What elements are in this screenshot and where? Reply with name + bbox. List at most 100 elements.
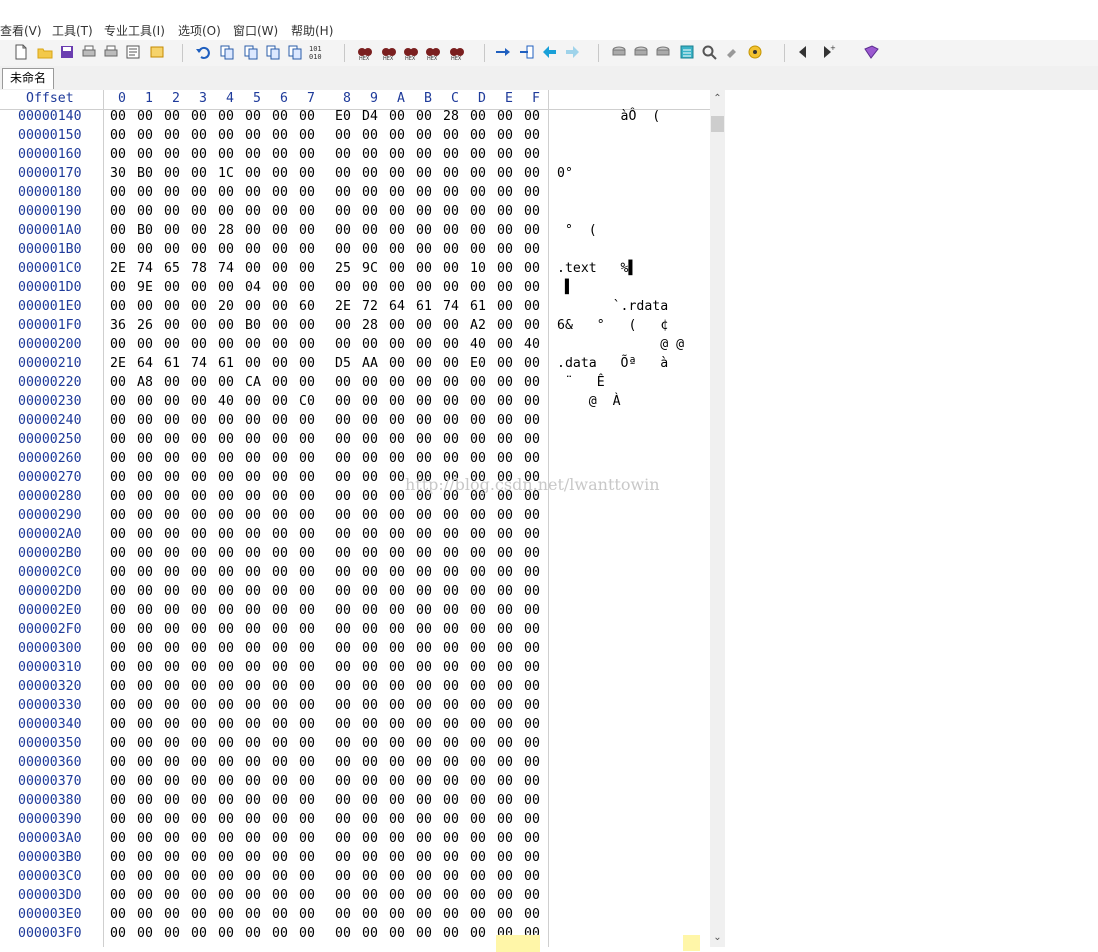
hex-byte[interactable]: 00 bbox=[335, 831, 351, 846]
hex-byte[interactable]: 00 bbox=[389, 717, 405, 732]
hex-byte[interactable]: AA bbox=[362, 356, 378, 371]
table-row[interactable]: 00000160 00 00 00 00 00 00 00 00 00 00 00 00 00 00 00 00 bbox=[0, 147, 710, 166]
hex-byte[interactable]: 00 bbox=[137, 793, 153, 808]
hex-byte[interactable]: 00 bbox=[272, 337, 288, 352]
hex-byte[interactable]: 00 bbox=[335, 603, 351, 618]
hex-byte[interactable]: 00 bbox=[470, 755, 486, 770]
hex-byte[interactable]: 00 bbox=[470, 109, 486, 124]
hex-byte[interactable]: 00 bbox=[524, 907, 540, 922]
table-row[interactable]: 00000210 2E 64 61 74 61 00 00 00 D5 AA 00 00 00 E0 00 00… bbox=[0, 356, 710, 375]
hex-byte[interactable]: 00 bbox=[470, 869, 486, 884]
table-row[interactable]: 00000170 30 B0 00 00 1C 00 00 00 00 00 00 00 00 00 00 00… bbox=[0, 166, 710, 185]
hex-byte[interactable]: 00 bbox=[218, 926, 234, 941]
hex-byte[interactable]: 00 bbox=[164, 546, 180, 561]
ascii-text[interactable]: ¨ Ê bbox=[557, 375, 605, 390]
find-hex-icon[interactable]: HEX bbox=[402, 43, 420, 62]
hex-byte[interactable]: 00 bbox=[416, 888, 432, 903]
hex-byte[interactable]: 00 bbox=[299, 356, 315, 371]
hex-byte[interactable]: 00 bbox=[110, 128, 126, 143]
hex-byte[interactable]: 00 bbox=[299, 698, 315, 713]
hex-byte[interactable]: 00 bbox=[362, 755, 378, 770]
hex-byte[interactable]: 00 bbox=[443, 223, 459, 238]
hex-byte[interactable]: CA bbox=[245, 375, 261, 390]
hex-byte[interactable]: 00 bbox=[497, 717, 513, 732]
table-row[interactable]: 000002B0 00 00 00 00 00 00 00 00 00 00 00 00 00 00 00 00 bbox=[0, 546, 710, 565]
hex-byte[interactable]: 00 bbox=[362, 546, 378, 561]
hex-byte[interactable]: 00 bbox=[362, 907, 378, 922]
hex-byte[interactable]: 00 bbox=[272, 641, 288, 656]
hex-byte[interactable]: 00 bbox=[137, 451, 153, 466]
menu-item-3[interactable]: 选项(O) bbox=[178, 22, 221, 39]
hex-byte[interactable]: 00 bbox=[524, 888, 540, 903]
hex-byte[interactable]: 00 bbox=[299, 584, 315, 599]
hex-byte[interactable]: 00 bbox=[389, 242, 405, 257]
hex-byte[interactable]: 00 bbox=[191, 432, 207, 447]
hex-byte[interactable]: 00 bbox=[362, 413, 378, 428]
hex-byte[interactable]: 00 bbox=[497, 185, 513, 200]
ascii-text[interactable]: 0° bbox=[557, 166, 573, 181]
hex-byte[interactable]: 00 bbox=[164, 280, 180, 295]
hex-byte[interactable]: 00 bbox=[497, 546, 513, 561]
hex-byte[interactable]: 00 bbox=[299, 869, 315, 884]
open-folder-icon[interactable] bbox=[36, 43, 54, 61]
hex-byte[interactable]: 00 bbox=[272, 375, 288, 390]
hex-byte[interactable]: 74 bbox=[443, 299, 459, 314]
hex-byte[interactable]: 00 bbox=[362, 166, 378, 181]
hex-byte[interactable]: 00 bbox=[137, 869, 153, 884]
hex-byte[interactable]: 00 bbox=[272, 451, 288, 466]
properties-icon[interactable] bbox=[124, 43, 142, 61]
hex-byte[interactable]: 00 bbox=[470, 527, 486, 542]
hex-byte[interactable]: 00 bbox=[470, 717, 486, 732]
hex-byte[interactable]: 00 bbox=[416, 926, 432, 941]
hex-byte[interactable]: 00 bbox=[110, 622, 126, 637]
hex-byte[interactable]: 00 bbox=[299, 413, 315, 428]
hex-byte[interactable]: 74 bbox=[191, 356, 207, 371]
hex-byte[interactable]: 00 bbox=[497, 356, 513, 371]
hex-byte[interactable]: 00 bbox=[362, 622, 378, 637]
hex-byte[interactable]: 00 bbox=[299, 565, 315, 580]
hex-byte[interactable]: 00 bbox=[110, 470, 126, 485]
hex-byte[interactable]: 00 bbox=[497, 603, 513, 618]
hex-byte[interactable]: 00 bbox=[191, 204, 207, 219]
table-row[interactable]: 00000370 00 00 00 00 00 00 00 00 00 00 00 00 00 00 00 00 bbox=[0, 774, 710, 793]
hex-byte[interactable]: 00 bbox=[443, 261, 459, 276]
hex-byte[interactable]: 00 bbox=[443, 356, 459, 371]
hex-byte[interactable]: 00 bbox=[335, 717, 351, 732]
hex-byte[interactable]: 74 bbox=[218, 261, 234, 276]
hex-byte[interactable]: 00 bbox=[299, 888, 315, 903]
table-row[interactable]: 00000260 00 00 00 00 00 00 00 00 00 00 00 00 00 00 00 00 bbox=[0, 451, 710, 470]
hex-byte[interactable]: 00 bbox=[137, 546, 153, 561]
hex-byte[interactable]: 00 bbox=[110, 641, 126, 656]
hex-byte[interactable]: 00 bbox=[110, 508, 126, 523]
table-row[interactable]: 00000230 00 00 00 00 40 00 00 C0 00 00 00 00 00 00 00 00… bbox=[0, 394, 710, 413]
hex-byte[interactable]: 00 bbox=[299, 166, 315, 181]
open-ram-icon[interactable] bbox=[632, 43, 650, 61]
hex-byte[interactable]: 00 bbox=[191, 489, 207, 504]
find-icon[interactable]: HEX bbox=[356, 43, 374, 62]
hex-byte[interactable]: 00 bbox=[272, 432, 288, 447]
hex-editor[interactable]: Offset 0123456789ABCDEF 00000140 00 00 00 00… bbox=[0, 90, 710, 952]
ascii-text[interactable]: .text %▌ bbox=[557, 261, 636, 276]
hex-byte[interactable]: 00 bbox=[191, 831, 207, 846]
hex-byte[interactable]: 61 bbox=[416, 299, 432, 314]
hex-byte[interactable]: 00 bbox=[191, 299, 207, 314]
hex-byte[interactable]: 00 bbox=[416, 603, 432, 618]
prev-tab-icon[interactable] bbox=[794, 43, 812, 61]
hex-byte[interactable]: 00 bbox=[299, 375, 315, 390]
hex-byte[interactable]: 00 bbox=[443, 603, 459, 618]
hex-byte[interactable]: 00 bbox=[272, 869, 288, 884]
hex-byte[interactable]: 00 bbox=[164, 717, 180, 732]
hex-byte[interactable]: 00 bbox=[416, 641, 432, 656]
hex-byte[interactable]: 00 bbox=[470, 432, 486, 447]
hex-byte[interactable]: 61 bbox=[470, 299, 486, 314]
hex-byte[interactable]: 00 bbox=[110, 774, 126, 789]
hex-byte[interactable]: 00 bbox=[137, 736, 153, 751]
hex-byte[interactable]: 00 bbox=[335, 755, 351, 770]
hex-byte[interactable]: 00 bbox=[416, 584, 432, 599]
hex-byte[interactable]: 00 bbox=[362, 470, 378, 485]
hex-byte[interactable]: 00 bbox=[110, 223, 126, 238]
hex-byte[interactable]: 00 bbox=[335, 223, 351, 238]
hex-byte[interactable]: 00 bbox=[443, 413, 459, 428]
hex-byte[interactable]: 00 bbox=[245, 109, 261, 124]
hex-byte[interactable]: 00 bbox=[470, 888, 486, 903]
